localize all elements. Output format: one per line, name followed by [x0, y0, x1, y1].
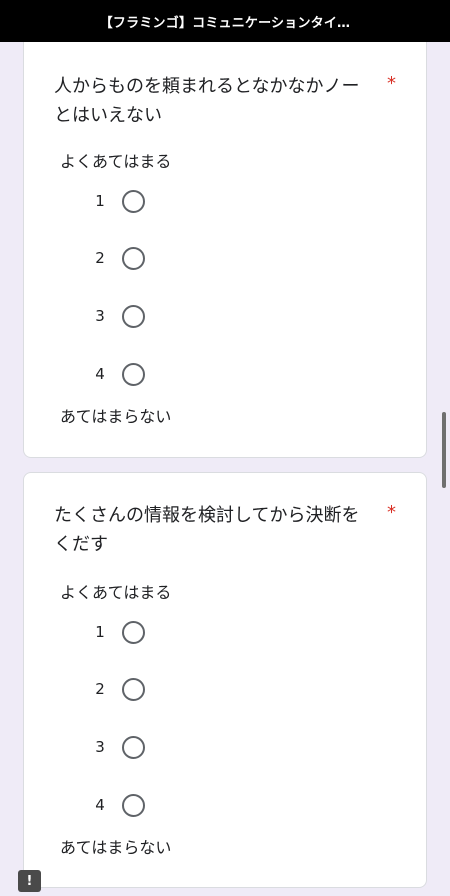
radio-option-4[interactable]: 4: [92, 359, 172, 389]
scrollbar-thumb[interactable]: [442, 412, 446, 488]
question-card-2: たくさんの情報を検討してから決断を くだす * よくあてはまる 1 2 3 4 …: [23, 472, 427, 888]
option-label: 1: [95, 192, 105, 210]
radio-option-4[interactable]: 4: [92, 790, 172, 820]
question-title: たくさんの情報を検討してから決断を くだす: [54, 505, 360, 555]
required-asterisk: *: [387, 73, 396, 94]
radio-button-icon[interactable]: [122, 735, 145, 759]
radio-button-icon[interactable]: [122, 793, 145, 817]
option-label: 4: [95, 796, 105, 814]
radio-option-3[interactable]: 3: [92, 732, 172, 762]
radio-button-icon[interactable]: [122, 304, 145, 328]
radio-option-1[interactable]: 1: [92, 186, 172, 216]
option-label: 1: [95, 623, 105, 641]
question-card-1: 人からものを頼まれるとなかなかノー とはいえない * よくあてはまる 1 2 3…: [23, 42, 427, 458]
scale-low-label: よくあてはまる: [60, 152, 172, 171]
page-title: 【フラミンゴ】コミュニケーションタイ…: [99, 15, 351, 31]
option-label: 2: [95, 680, 105, 698]
scale-high-label: あてはまらない: [60, 838, 172, 857]
radio-button-icon[interactable]: [122, 362, 145, 386]
question-title: 人からものを頼まれるとなかなかノー とはいえない: [54, 76, 360, 126]
option-label: 3: [95, 307, 105, 325]
scale-low-label: よくあてはまる: [60, 583, 172, 602]
radio-button-icon[interactable]: [122, 189, 145, 213]
radio-button-icon[interactable]: [122, 620, 145, 644]
radio-button-icon[interactable]: [122, 677, 145, 701]
option-label: 2: [95, 249, 105, 267]
scale-high-label: あてはまらない: [60, 407, 172, 426]
browser-title-bar: 【フラミンゴ】コミュニケーションタイ…: [0, 0, 450, 42]
radio-option-2[interactable]: 2: [92, 674, 172, 704]
radio-button-icon[interactable]: [122, 246, 145, 270]
radio-option-1[interactable]: 1: [92, 617, 172, 647]
option-label: 4: [95, 365, 105, 383]
radio-option-3[interactable]: 3: [92, 301, 172, 331]
radio-option-2[interactable]: 2: [92, 243, 172, 273]
required-asterisk: *: [387, 502, 396, 523]
option-label: 3: [95, 738, 105, 756]
feedback-icon[interactable]: !: [18, 870, 41, 892]
